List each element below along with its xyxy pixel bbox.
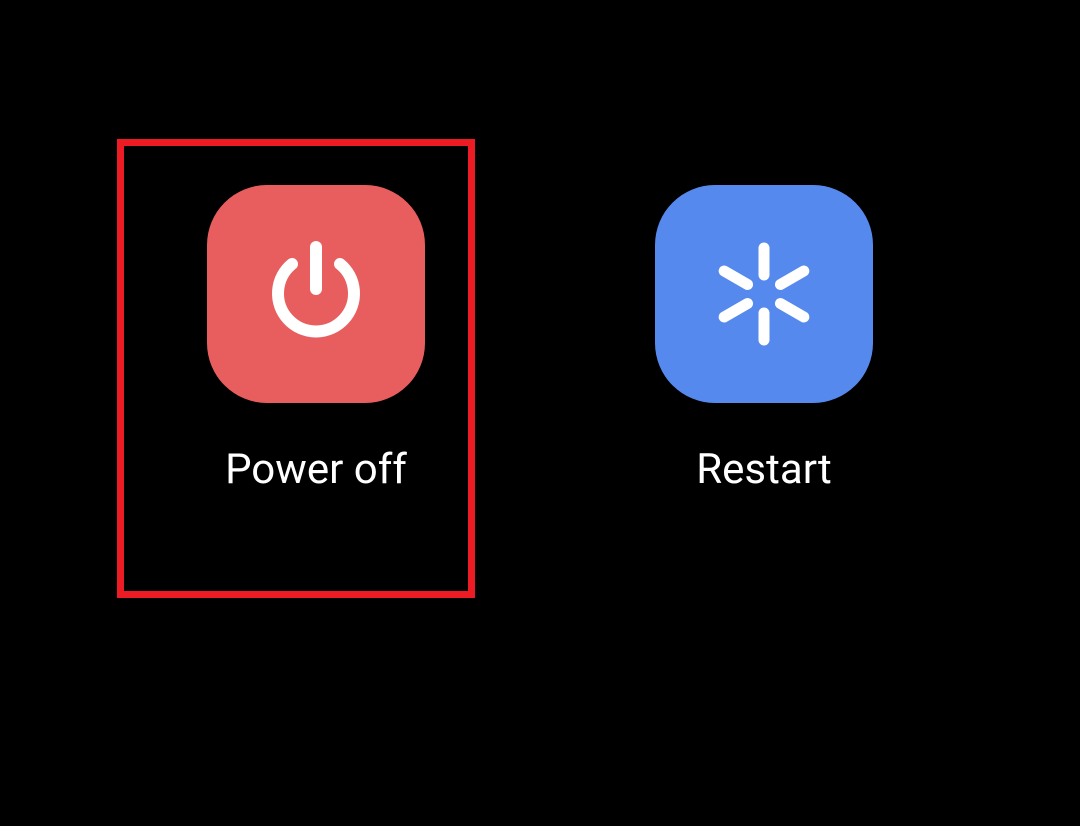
restart-label: Restart — [696, 445, 831, 494]
power-off-button[interactable] — [207, 185, 425, 403]
restart-option[interactable]: Restart — [655, 185, 873, 494]
power-off-option[interactable]: Power off — [207, 185, 425, 494]
restart-icon — [704, 234, 824, 354]
power-menu: Power off Restart — [0, 185, 1080, 494]
power-icon — [259, 237, 373, 351]
power-off-label: Power off — [225, 445, 407, 494]
restart-button[interactable] — [655, 185, 873, 403]
